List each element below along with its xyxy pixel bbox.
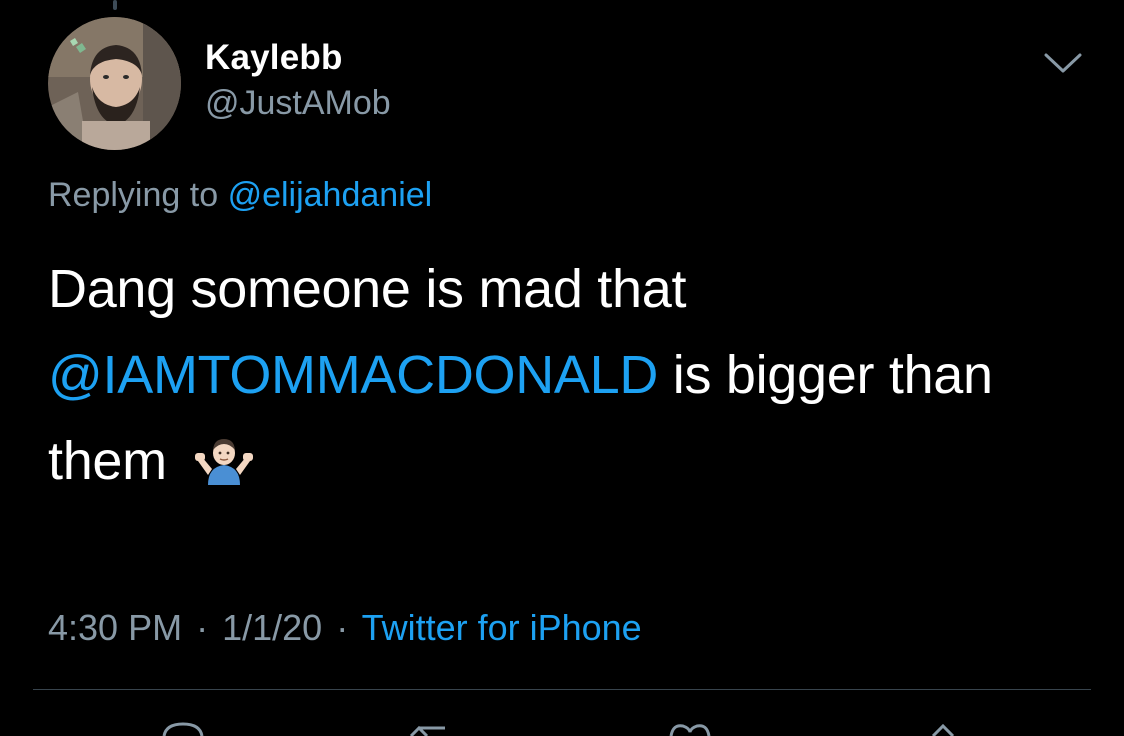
- reply-icon[interactable]: [158, 722, 208, 736]
- thread-connector-line: [113, 0, 117, 10]
- meta-separator: ·: [336, 607, 349, 648]
- tweet-text-part: them: [48, 431, 167, 491]
- tweet-text: Dang someone is mad that @IAMTOMMACDONAL…: [48, 246, 1108, 504]
- replying-to-label: Replying to: [48, 176, 219, 214]
- tweet-text-part: Dang someone is mad that: [48, 259, 687, 319]
- retweet-icon[interactable]: [405, 722, 455, 736]
- tweet-time: 4:30 PM: [48, 607, 183, 648]
- like-icon[interactable]: [665, 722, 715, 736]
- tweet-source-link[interactable]: Twitter for iPhone: [362, 607, 642, 648]
- replying-to-mention-link[interactable]: @elijahdaniel: [228, 176, 433, 214]
- mention-link[interactable]: @IAMTOMMACDONALD: [48, 345, 658, 405]
- tweet-date: 1/1/20: [222, 607, 323, 648]
- display-name[interactable]: Kaylebb: [205, 38, 343, 78]
- tweet-metadata: 4:30 PM · 1/1/20 · Twitter for iPhone: [48, 607, 642, 649]
- avatar[interactable]: [48, 17, 181, 150]
- share-icon[interactable]: [918, 722, 968, 736]
- tweet-text-part: is bigger than: [672, 345, 993, 405]
- meta-separator: ·: [196, 607, 209, 648]
- avatar-photo: [48, 17, 181, 150]
- man-shrugging-emoji-icon: [194, 439, 253, 485]
- chevron-down-icon[interactable]: [1043, 50, 1083, 76]
- replying-to-line: Replying to @elijahdaniel: [48, 176, 432, 215]
- divider: [33, 689, 1091, 690]
- user-handle[interactable]: @JustAMob: [205, 84, 391, 123]
